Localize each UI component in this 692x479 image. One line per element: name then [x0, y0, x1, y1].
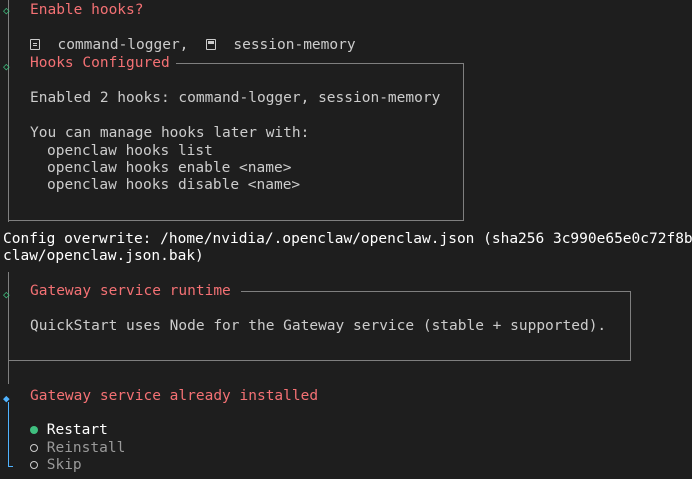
manage-hooks-intro: You can manage hooks later with:: [30, 125, 310, 141]
panel-top-border: [241, 291, 631, 292]
config-overwrite-line2: claw/openclaw.json.bak): [3, 248, 204, 264]
document-icon: [30, 39, 40, 50]
hook-command-enable: openclaw hooks enable <name>: [47, 160, 292, 176]
option-skip-label: Skip: [46, 457, 82, 473]
floppy-disk-icon: [205, 39, 216, 50]
config-overwrite-line1: Config overwrite: /home/nvidia/.openclaw…: [3, 231, 692, 247]
step-active-diamond-icon: ◆: [3, 392, 10, 405]
gutter-end: [8, 466, 13, 467]
gateway-runtime-title: Gateway service runtime: [30, 283, 231, 299]
radio-unselected-icon: [30, 461, 38, 469]
hook-command-list: openclaw hooks list: [47, 143, 213, 159]
gateway-runtime-message: QuickStart uses Node for the Gateway ser…: [30, 318, 607, 334]
enable-hooks-selection: command-logger, session-memory: [30, 20, 356, 54]
step-complete-diamond-icon: ◇: [3, 4, 10, 17]
gateway-installed-title: Gateway service already installed: [30, 388, 319, 404]
enable-hooks-title: Enable hooks?: [30, 2, 144, 18]
option-skip[interactable]: Skip: [30, 440, 82, 474]
hooks-configured-title: Hooks Configured: [30, 55, 170, 71]
hooks-summary: Enabled 2 hooks: command-logger, session…: [30, 90, 441, 106]
hooks-configured-panel: [8, 63, 464, 221]
hook-command-logger: command-logger,: [57, 37, 189, 53]
hook-command-disable: openclaw hooks disable <name>: [47, 177, 301, 193]
gutter-line-active: [8, 402, 9, 466]
panel-top-border: [176, 63, 464, 64]
hook-session-memory: session-memory: [233, 37, 356, 53]
